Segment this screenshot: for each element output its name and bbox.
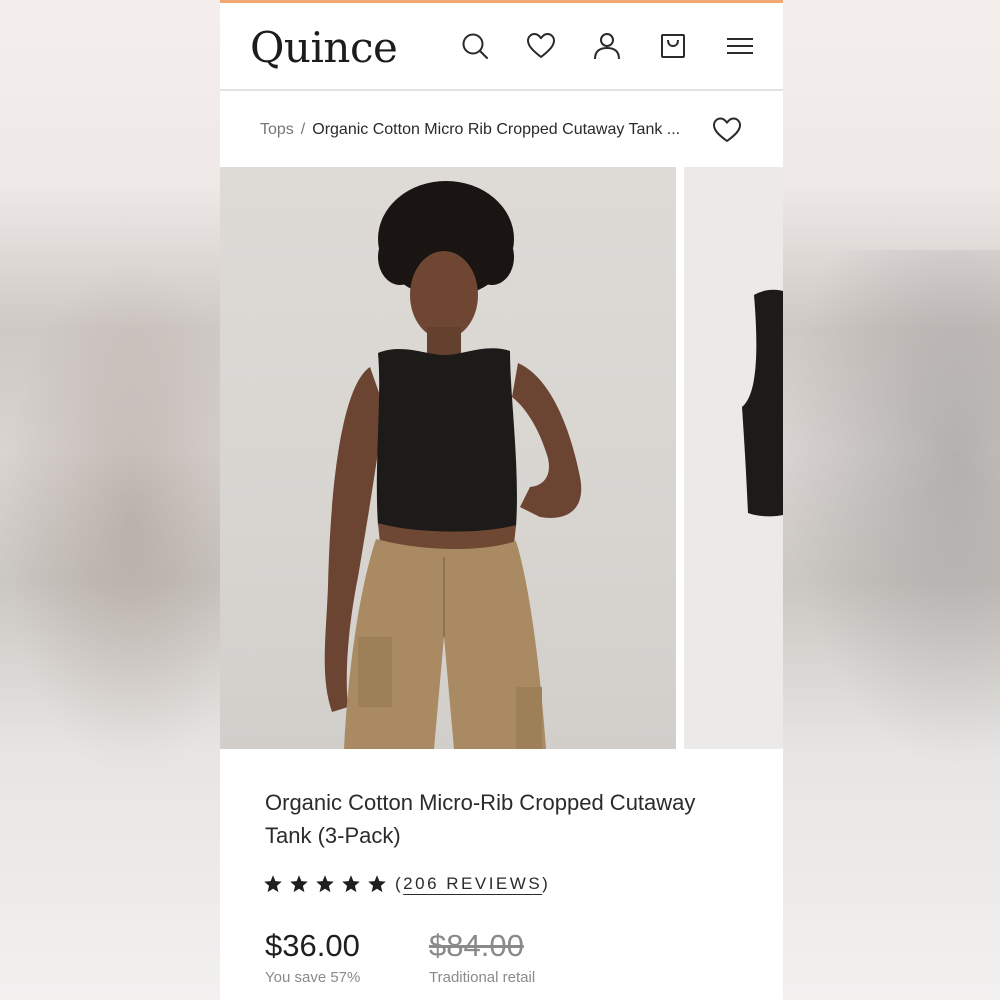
star-icon bbox=[290, 875, 308, 893]
product-photo-model[interactable] bbox=[220, 167, 676, 749]
product-image-carousel[interactable] bbox=[220, 167, 783, 749]
product-rating: (206 REVIEWS) bbox=[263, 870, 550, 898]
star-icon bbox=[342, 875, 360, 893]
bag-icon[interactable] bbox=[658, 31, 688, 61]
star-rating bbox=[263, 874, 387, 894]
reviews-count-label[interactable]: 206 REVIEWS bbox=[403, 874, 542, 893]
product-photo-flat[interactable] bbox=[684, 167, 783, 749]
reviews-link[interactable]: (206 REVIEWS) bbox=[395, 874, 550, 894]
wishlist-heart-icon[interactable] bbox=[712, 116, 742, 144]
breadcrumb: Tops / Organic Cotton Micro Rib Cropped … bbox=[260, 117, 720, 143]
product-title: Organic Cotton Micro-Rib Cropped Cutaway… bbox=[265, 790, 696, 848]
menu-icon[interactable] bbox=[725, 31, 755, 61]
breadcrumb-separator: / bbox=[300, 121, 306, 138]
retail-label: Traditional retail bbox=[429, 969, 536, 986]
user-icon[interactable] bbox=[592, 31, 622, 61]
breadcrumb-current: Organic Cotton Micro Rib Cropped Cutaway… bbox=[312, 121, 681, 138]
savings-text: You save 57% bbox=[265, 969, 361, 986]
star-icon bbox=[264, 875, 282, 893]
reviews-open-paren: ( bbox=[395, 874, 404, 893]
product-page: Quince Tops / Organic Cotton Micro Rib C… bbox=[220, 0, 783, 1000]
search-icon[interactable] bbox=[460, 31, 490, 61]
heart-icon[interactable] bbox=[526, 31, 556, 61]
star-icon bbox=[368, 875, 386, 893]
star-icon bbox=[316, 875, 334, 893]
breadcrumb-link-tops[interactable]: Tops bbox=[260, 121, 294, 139]
site-header: Quince bbox=[220, 3, 783, 91]
reviews-close-paren: ) bbox=[542, 874, 551, 893]
brand-logo[interactable]: Quince bbox=[250, 23, 398, 72]
retail-price: $84.00 bbox=[429, 928, 524, 963]
sale-price: $36.00 bbox=[265, 928, 360, 963]
